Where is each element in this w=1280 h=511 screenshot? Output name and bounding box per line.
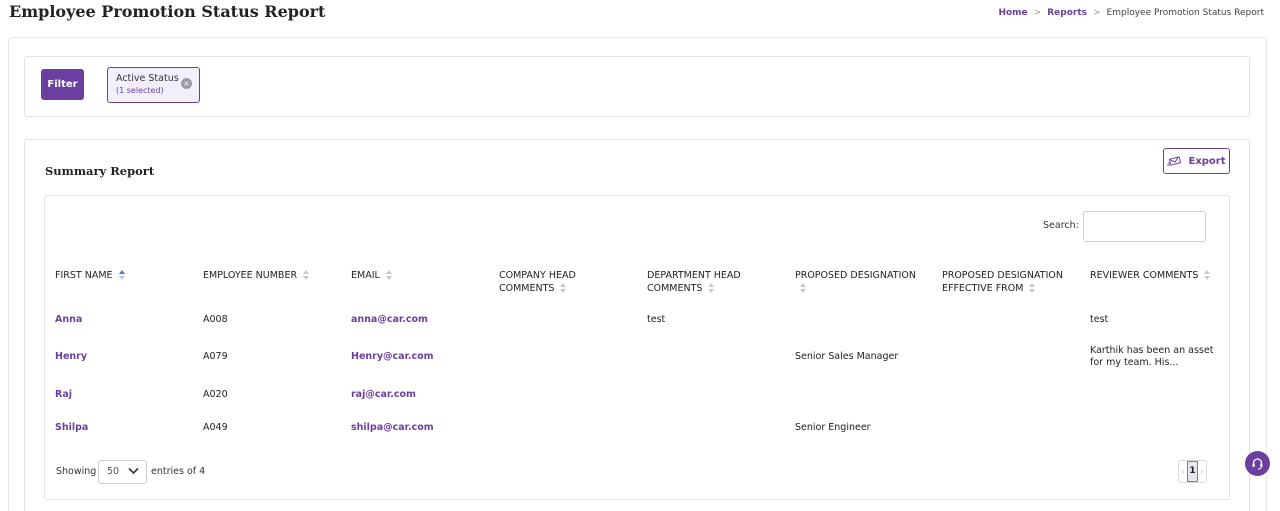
first-name-link[interactable]: Shilpa [55, 422, 88, 434]
breadcrumb-separator-icon: > [1092, 8, 1101, 18]
sort-icon[interactable] [560, 283, 567, 294]
proposed-designation-cell: Senior Engineer [795, 422, 871, 433]
summary-title: Summary Report [45, 164, 155, 178]
first-name-link[interactable]: Anna [55, 314, 82, 326]
reviewer-comments-cell: Karthik has been an asset for my team. Hi… [1090, 345, 1214, 368]
sort-icon[interactable] [1204, 270, 1211, 281]
sort-icon[interactable] [303, 270, 310, 281]
sort-icon[interactable] [708, 283, 715, 294]
proposed-designation-cell: Senior Sales Manager [795, 351, 899, 362]
help-button[interactable] [1245, 451, 1270, 476]
export-icon [1167, 156, 1182, 166]
column-header-email[interactable]: EMAIL [351, 269, 393, 282]
employee-number-cell: A020 [203, 389, 228, 400]
email-link[interactable]: anna@car.com [351, 314, 428, 326]
table-card: Search: FIRST NAME EMPLOYEE NUMBER EMAIL… [44, 195, 1230, 500]
sort-icon[interactable] [385, 270, 393, 281]
search-input[interactable] [1083, 211, 1206, 242]
page-size-value: 50 [107, 466, 120, 477]
chip-subtitle: (1 selected) [116, 86, 164, 95]
page-1-button[interactable]: 1 [1186, 461, 1199, 482]
breadcrumb-current: Employee Promotion Status Report [1106, 8, 1264, 18]
column-header-company-head-comments[interactable]: COMPANY HEAD COMMENTS [499, 269, 576, 295]
department-head-comments-cell: test [647, 314, 666, 325]
breadcrumb-separator-icon: > [1033, 8, 1042, 18]
first-name-link[interactable]: Henry [55, 351, 87, 363]
entries-count-label: entries of 4 [151, 466, 206, 477]
reviewer-comments-cell: test [1090, 314, 1109, 325]
column-header-effective-from[interactable]: PROPOSED DESIGNATION EFFECTIVE FROM [942, 269, 1063, 295]
email-link[interactable]: raj@car.com [351, 389, 416, 401]
email-link[interactable]: shilpa@car.com [351, 422, 434, 434]
employee-number-cell: A008 [203, 314, 228, 325]
first-name-link[interactable]: Raj [55, 389, 72, 401]
close-icon[interactable]: × [181, 78, 192, 89]
employee-number-cell: A079 [203, 351, 228, 362]
breadcrumb: Home > Reports > Employee Promotion Stat… [998, 8, 1264, 18]
column-header-reviewer-comments[interactable]: REVIEWER COMMENTS [1090, 269, 1211, 282]
filter-bar: Filter Active Status (1 selected) × [24, 56, 1250, 117]
pagination: ‹ 1 › [1178, 460, 1207, 483]
page-title: Employee Promotion Status Report [9, 2, 326, 21]
active-status-filter-chip[interactable]: Active Status (1 selected) × [107, 67, 200, 103]
chevron-down-icon [128, 467, 139, 475]
search-label: Search: [1043, 220, 1079, 231]
headset-icon [1252, 458, 1263, 470]
column-header-first-name[interactable]: FIRST NAME [55, 269, 126, 282]
column-header-employee-number[interactable]: EMPLOYEE NUMBER [203, 269, 310, 282]
filter-button[interactable]: Filter [41, 69, 84, 100]
export-button[interactable]: Export [1163, 148, 1230, 174]
export-label: Export [1188, 155, 1226, 167]
prev-page-button[interactable]: ‹ [1179, 467, 1187, 476]
showing-label: Showing [56, 466, 97, 477]
sort-icon[interactable] [118, 270, 126, 281]
chip-title: Active Status [116, 73, 179, 84]
next-page-button[interactable]: › [1198, 467, 1206, 476]
column-header-department-head-comments[interactable]: DEPARTMENT HEAD COMMENTS [647, 269, 741, 295]
breadcrumb-home-link[interactable]: Home [998, 8, 1027, 18]
breadcrumb-reports-link[interactable]: Reports [1047, 8, 1087, 18]
page-size-select[interactable]: 50 [98, 460, 147, 484]
email-link[interactable]: Henry@car.com [351, 351, 434, 363]
sort-icon[interactable] [1029, 283, 1036, 294]
employee-number-cell: A049 [203, 422, 228, 433]
sort-icon[interactable] [800, 283, 807, 294]
column-header-proposed-designation[interactable]: PROPOSED DESIGNATION [795, 269, 916, 295]
